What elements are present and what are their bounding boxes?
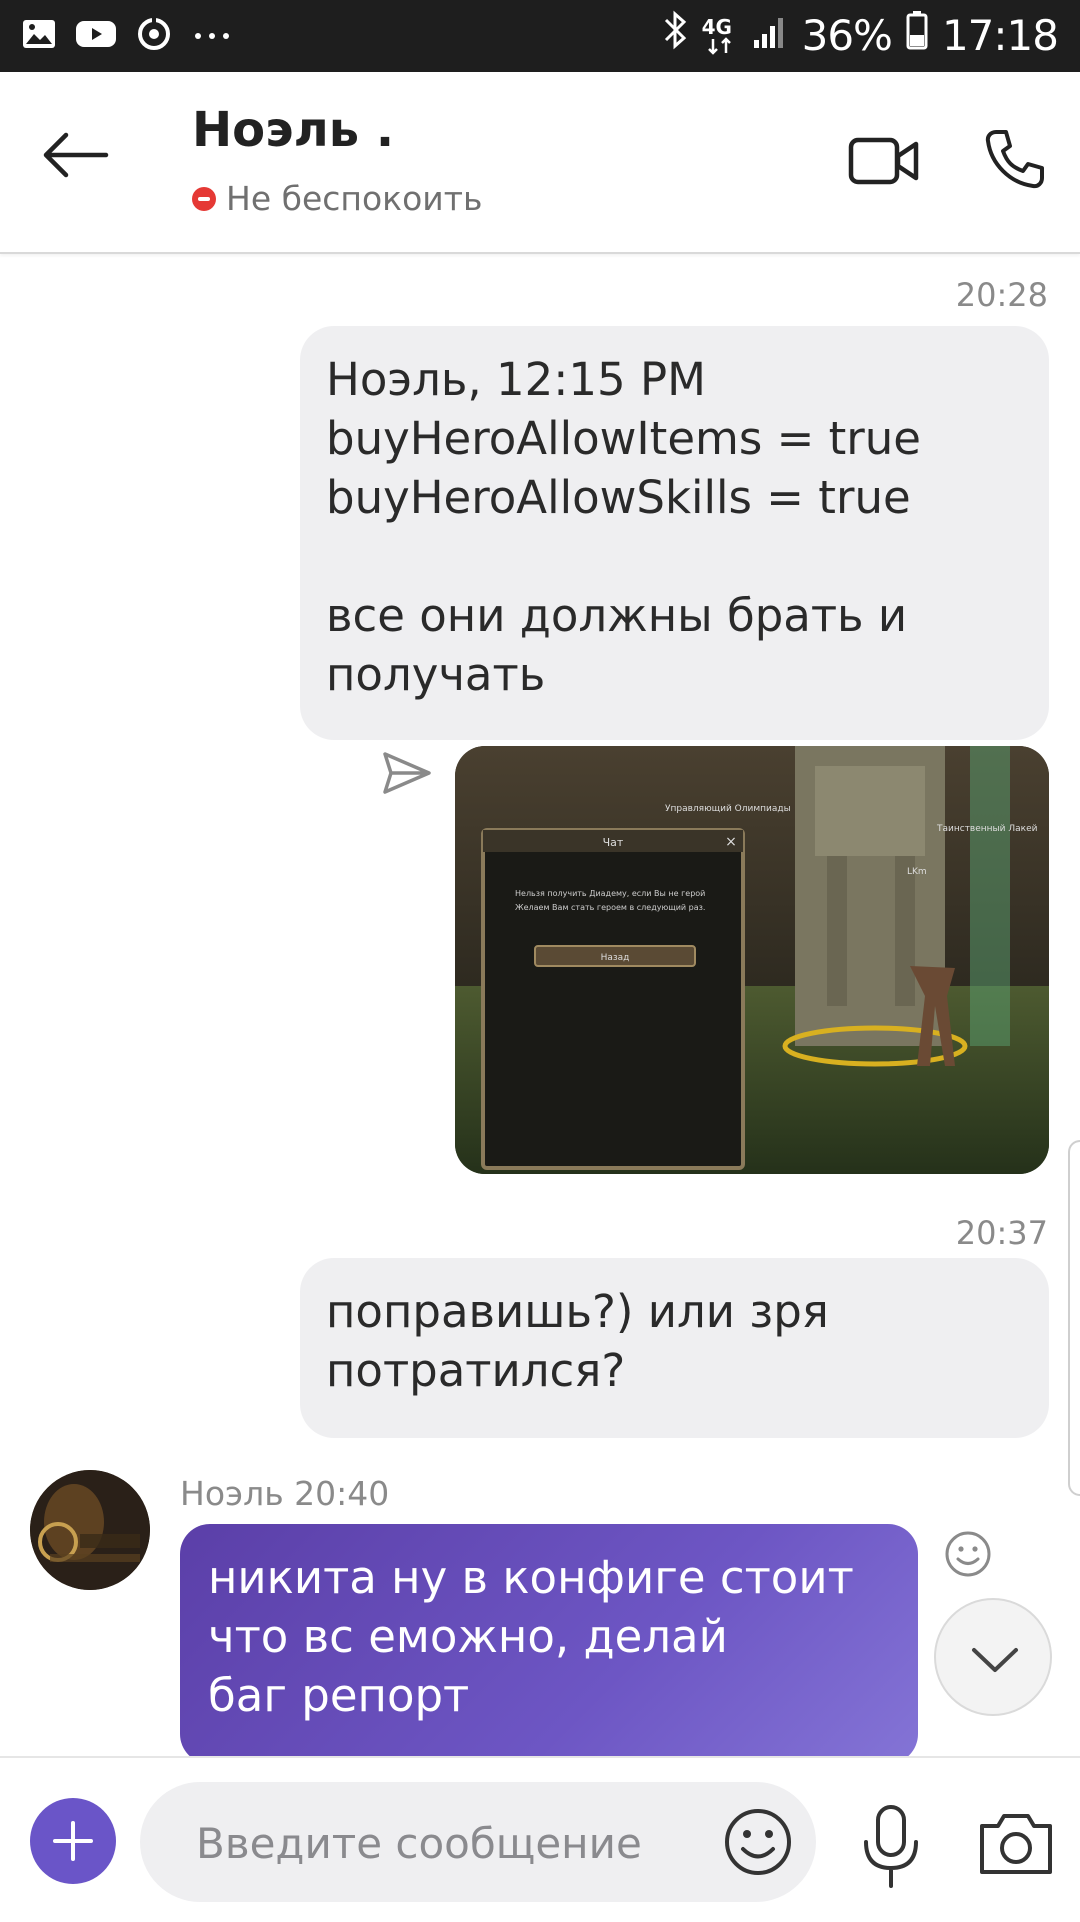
- voice-call-button[interactable]: [982, 126, 1048, 192]
- arrow-left-icon: [43, 132, 109, 178]
- battery-icon: [906, 10, 928, 60]
- player-label: LKm: [907, 867, 927, 877]
- contact-name[interactable]: Ноэль .: [192, 102, 394, 158]
- gallery-icon: [22, 17, 56, 55]
- voice-message-button[interactable]: [860, 1804, 922, 1890]
- phone-icon: [985, 130, 1044, 189]
- npc-label-1: Управляющий Олимпиады: [665, 804, 791, 814]
- chevron-down-icon: [972, 1648, 1018, 1672]
- avatar-image: [30, 1470, 150, 1590]
- game-screenshot: Чат × Нельзя получить Диадему, если Вы н…: [455, 746, 1049, 1174]
- status-bar-left: [22, 16, 232, 56]
- side-panel-handle[interactable]: [1068, 1140, 1080, 1496]
- contact-avatar[interactable]: [30, 1470, 150, 1590]
- smiley-icon: [945, 1531, 991, 1577]
- more-dots-icon: [192, 27, 232, 46]
- sent-status: [381, 750, 433, 796]
- message-time: 20:37: [955, 1214, 1048, 1252]
- contact-status: Не беспокоить: [192, 179, 482, 218]
- camera-icon: [980, 1814, 1052, 1874]
- attach-button[interactable]: [30, 1798, 116, 1884]
- video-call-button[interactable]: [848, 134, 920, 188]
- youtube-icon: [76, 19, 116, 53]
- dialog-text-line-1: Нельзя получить Диадему, если Вы не геро…: [515, 889, 705, 898]
- status-bar: 4G 36% 17:18: [0, 0, 1080, 72]
- battery-percent: 36%: [801, 10, 893, 60]
- clock: 17:18: [941, 10, 1059, 60]
- camera-button[interactable]: [978, 1808, 1054, 1878]
- network-type: 4G: [701, 15, 732, 39]
- scroll-to-bottom-button[interactable]: [934, 1598, 1052, 1716]
- microphone-icon: [864, 1805, 918, 1888]
- react-button[interactable]: [944, 1530, 992, 1578]
- signal-icon: [752, 11, 788, 60]
- message-input[interactable]: [194, 1812, 698, 1874]
- dialog-title: Чат: [603, 836, 624, 849]
- status-bar-right: 4G 36% 17:18: [662, 10, 1059, 60]
- emoji-button[interactable]: [722, 1806, 794, 1878]
- outgoing-message[interactable]: поправишь?) или зря потратился?: [300, 1258, 1049, 1438]
- image-message[interactable]: Чат × Нельзя получить Диадему, если Вы н…: [455, 746, 1049, 1174]
- do-not-disturb-icon: [192, 186, 216, 211]
- message-input-container: [140, 1782, 816, 1902]
- chat-header: Ноэль . Не беспокоить: [0, 72, 1080, 254]
- contact-status-text: Не беспокоить: [226, 179, 483, 218]
- sync-icon: [136, 16, 172, 56]
- outgoing-message[interactable]: Ноэль, 12:15 PM buyHeroAllowItems = true…: [300, 326, 1049, 740]
- paper-plane-icon: [383, 752, 431, 794]
- dialog-back-button: Назад: [601, 953, 630, 963]
- message-composer: [0, 1756, 1080, 1922]
- dialog-text-line-2: Желаем Вам стать героем в следующий раз.: [515, 903, 705, 912]
- smiley-icon: [725, 1809, 791, 1875]
- message-time: 20:28: [955, 276, 1048, 314]
- incoming-message[interactable]: никита ну в конфиге стоит что вс еможно,…: [180, 1524, 918, 1764]
- plus-icon: [53, 1821, 93, 1861]
- dialog-close-icon: ×: [725, 834, 737, 850]
- video-camera-icon: [848, 137, 919, 185]
- bluetooth-icon: [662, 10, 688, 60]
- back-button[interactable]: [40, 130, 130, 194]
- network-4g-icon: 4G: [702, 13, 738, 57]
- npc-label-2: Таинственный Лакей: [936, 824, 1038, 834]
- sender-and-time: Ноэль 20:40: [180, 1474, 390, 1513]
